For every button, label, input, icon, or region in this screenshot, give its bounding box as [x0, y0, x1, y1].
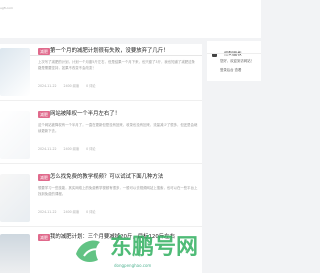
article-date: 2024-11-22: [38, 147, 57, 151]
article-date: 2024-11-22: [38, 210, 57, 214]
article-thumbnail[interactable]: [0, 111, 30, 159]
article-date: 2024-11-22: [38, 84, 57, 88]
control-panel-widget: 控制面板 您好，欢迎到访网站！ 登录后台 查看: [207, 41, 261, 81]
site-url[interactable]: ugfi.com: [0, 6, 13, 10]
row-divider: [0, 163, 202, 164]
category-badge[interactable]: 减肥: [38, 111, 50, 118]
watermark-logo-icon: [76, 240, 101, 262]
article-excerpt: 这个网站被降权有一个半月了，一直在更新但是没有回来，收录也没有回来，流量减少了很…: [38, 123, 198, 133]
article-views: 2400 阅读: [63, 84, 80, 88]
article-thumbnail[interactable]: [0, 234, 30, 273]
article-thumbnail[interactable]: [0, 174, 30, 222]
watermark-subtext: dongpenghao.com: [114, 263, 152, 268]
article-thumbnail[interactable]: [0, 48, 30, 96]
row-divider: [0, 100, 202, 101]
top-navbar: ugfi.com: [0, 0, 261, 38]
row-divider: [0, 226, 202, 227]
article-title[interactable]: 网站被降权一个半月左右了！: [50, 111, 120, 118]
article-title[interactable]: 怎么找免费的教学视频？可以试试下面几种方法: [50, 174, 163, 181]
article-comments: 0 评论: [86, 210, 96, 214]
list-divider: [0, 55, 202, 56]
article-meta: 2024-11-22 2400 阅读 0 评论: [38, 210, 101, 215]
welcome-text: 您好，欢迎到访网站！: [220, 59, 254, 63]
article-views: 2400 阅读: [63, 147, 80, 151]
article-excerpt: 上次写了减肥的计划，计划一个月瘦5斤左右，但是结果一个月下来，也只瘦了3斤，我也…: [38, 60, 195, 70]
article-meta: 2024-11-22 2400 阅读 0 评论: [38, 84, 101, 89]
category-badge[interactable]: 减肥: [38, 174, 50, 181]
login-links[interactable]: 登录后台 查看: [220, 67, 241, 72]
site-watermark: 东鹏号网 dongpenghao.com: [70, 232, 261, 270]
panel-header: 控制面板: [212, 44, 242, 57]
panel-divider: [207, 53, 261, 54]
watermark-text: 东鹏号网: [110, 235, 199, 260]
article-comments: 0 评论: [86, 147, 96, 151]
category-badge[interactable]: 减肥: [38, 234, 50, 241]
category-badge[interactable]: 减肥: [38, 48, 50, 55]
article-meta: 2024-11-22 2400 阅读 0 评论: [38, 147, 101, 152]
article-comments: 0 评论: [86, 84, 96, 88]
article-title[interactable]: 第一个月的减肥计划很有失败，没要放弃了几斤！: [50, 48, 169, 55]
article-excerpt: 想要学习一些技能，其实网络上的免费教学视频有很多，一般可以去视频网站上搜索，也可…: [38, 186, 198, 196]
article-views: 2400 阅读: [63, 210, 80, 214]
